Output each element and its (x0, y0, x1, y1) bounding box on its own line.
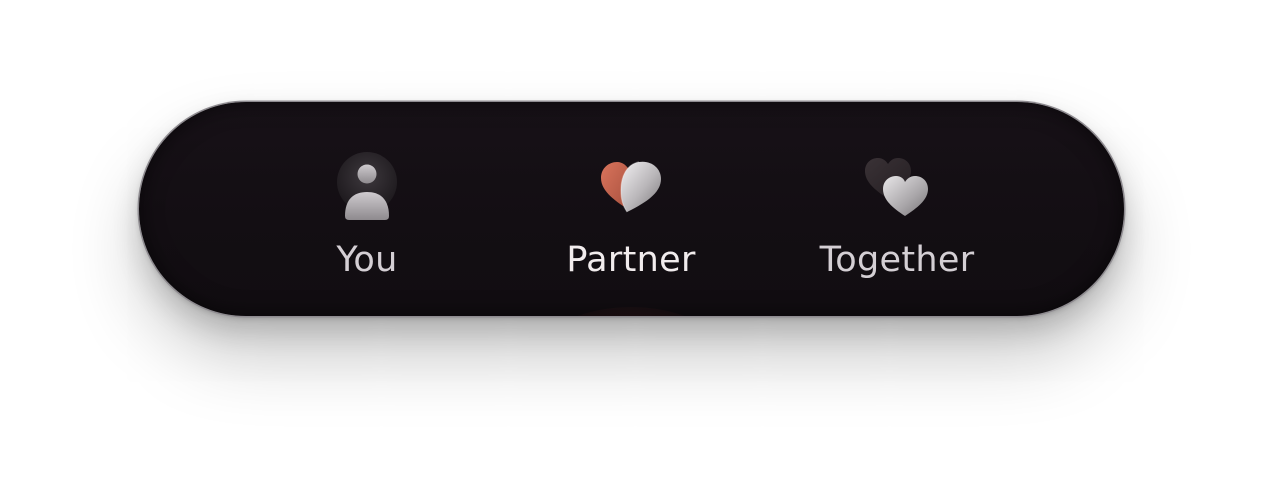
split-heart-icon (595, 152, 667, 224)
tab-together[interactable]: Together (797, 102, 997, 316)
bottom-tab-bar: You Partner Together (139, 102, 1124, 316)
double-heart-icon (861, 152, 933, 224)
tab-partner[interactable]: Partner (531, 102, 731, 316)
page-background: You Partner Together (0, 0, 1263, 492)
tab-partner-label: Partner (566, 240, 696, 280)
tab-you-label: You (336, 240, 398, 280)
tab-you[interactable]: You (267, 102, 467, 316)
tab-together-label: Together (819, 240, 975, 280)
person-icon (331, 152, 403, 224)
